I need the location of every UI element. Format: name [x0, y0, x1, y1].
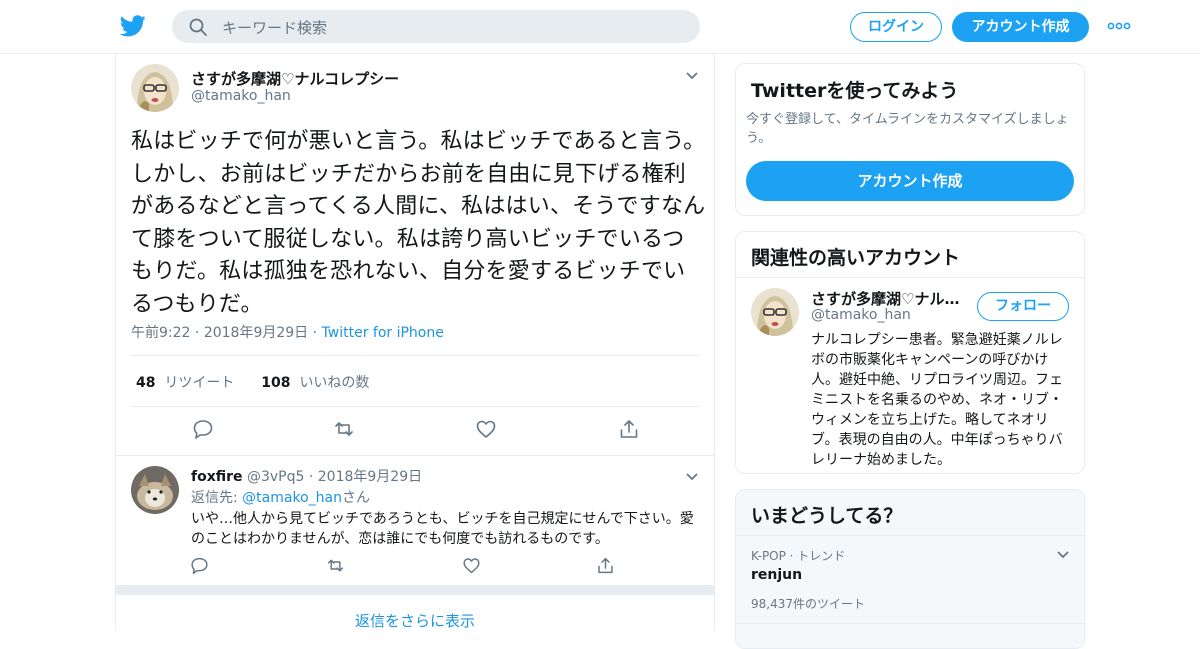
section-separator — [116, 585, 714, 595]
reply-icon[interactable] — [190, 556, 209, 575]
like-stat[interactable]: 108 いいねの数 — [261, 375, 369, 391]
reply-icon[interactable] — [192, 418, 214, 440]
show-more-replies-link[interactable]: 返信をさらに表示 — [116, 610, 714, 631]
tweet-text: 私はビッチで何が悪いと言う。私はビッチであると言う。しかし、お前はビッチだからお… — [131, 129, 706, 317]
login-button[interactable]: ログイン — [850, 12, 942, 42]
top-navigation-bar: キーワード検索 ログイン アカウント作成 — [0, 0, 1200, 54]
signup-card-button[interactable]: アカウント作成 — [746, 161, 1074, 201]
divider — [736, 623, 1084, 624]
divider — [736, 535, 1084, 536]
retweet-icon[interactable] — [333, 418, 355, 440]
reply-tweet[interactable]: foxfire @3vPq5 · 2018年9月29日 返信先: @tamako… — [116, 455, 714, 585]
reply-author-name[interactable]: foxfire — [191, 469, 243, 485]
related-account-handle[interactable]: @tamako_han — [811, 307, 911, 323]
author-name[interactable]: さすが多摩湖♡ナルコレプシー — [191, 68, 399, 89]
like-icon[interactable] — [462, 556, 481, 575]
tweet-actions — [116, 418, 716, 448]
reply-header: foxfire @3vPq5 · 2018年9月29日 — [191, 469, 423, 485]
trend-count: 98,437件のツイート — [751, 597, 865, 611]
signup-card: Twitterを使ってみよう 今すぐ登録して、タイムラインをカスタマイズしましょ… — [735, 63, 1085, 216]
tweet-column: さすが多摩湖♡ナルコレプシー @tamako_han 私はビッチで何が悪いと言う… — [115, 54, 715, 630]
signup-card-title: Twitterを使ってみよう — [751, 80, 959, 102]
tweet-time[interactable]: 午前9:22 — [131, 325, 190, 341]
divider — [131, 355, 700, 356]
trend-meta: K-POP · トレンド — [751, 549, 846, 563]
related-account-name[interactable]: さすが多摩湖♡ナル… — [811, 288, 959, 309]
author-avatar[interactable] — [131, 64, 179, 112]
divider — [131, 406, 700, 407]
related-accounts-title: 関連性の高いアカウント — [751, 247, 961, 269]
tweet-date[interactable]: 2018年9月29日 — [204, 325, 308, 341]
share-icon[interactable] — [596, 556, 615, 575]
reply-actions — [116, 556, 716, 586]
tweet-timestamp: 午前9:22 · 2018年9月29日 · Twitter for iPhone — [131, 325, 444, 341]
trend-topic[interactable]: renjun — [751, 567, 802, 583]
search-icon — [189, 18, 207, 36]
retweet-stat[interactable]: 48 リツイート — [136, 375, 234, 391]
follow-button[interactable]: フォロー — [977, 292, 1069, 321]
reply-to: 返信先: @tamako_hanさん — [191, 490, 370, 506]
like-icon[interactable] — [475, 418, 497, 440]
reply-avatar[interactable] — [131, 466, 179, 514]
search-box[interactable]: キーワード検索 — [172, 10, 700, 43]
related-account-avatar[interactable] — [751, 288, 799, 336]
related-account-bio: ナルコレプシー患者。緊急避妊薬ノルレボの市販薬化キャンペーンの呼びかけ人。避妊中… — [811, 332, 1063, 468]
divider — [736, 277, 1084, 278]
reply-text: いや…他人から見てビッチであろうとも、ビッチを自己規定にせんで下さい。愛のことは… — [191, 511, 694, 547]
trends-title: いまどうしてる？ — [751, 505, 903, 527]
reply-to-handle[interactable]: @tamako_han — [242, 490, 342, 506]
tweet-source[interactable]: Twitter for iPhone — [322, 325, 444, 341]
author-handle[interactable]: @tamako_han — [191, 88, 291, 104]
chevron-down-icon[interactable] — [685, 472, 699, 482]
related-accounts-card: 関連性の高いアカウント さすが多摩湖♡ナル… @tamako_han フォロー … — [735, 231, 1085, 474]
trends-card: いまどうしてる？ K-POP · トレンド renjun 98,437件のツイー… — [735, 489, 1085, 649]
share-icon[interactable] — [618, 418, 640, 440]
chevron-down-icon[interactable] — [685, 71, 699, 81]
tweet-stats: 48 リツイート 108 いいねの数 — [136, 372, 369, 392]
chevron-down-icon[interactable] — [1056, 550, 1070, 560]
signup-button[interactable]: アカウント作成 — [952, 12, 1089, 42]
signup-card-description: 今すぐ登録して、タイムラインをカスタマイズしましょう。 — [746, 112, 1069, 146]
search-input[interactable]: キーワード検索 — [222, 17, 327, 38]
reply-author-handle[interactable]: @3vPq5 — [247, 469, 304, 485]
more-dots-icon[interactable] — [1107, 22, 1131, 30]
reply-date[interactable]: 2018年9月29日 — [318, 469, 422, 485]
retweet-icon[interactable] — [326, 556, 345, 575]
twitter-bird-icon[interactable] — [120, 14, 146, 38]
